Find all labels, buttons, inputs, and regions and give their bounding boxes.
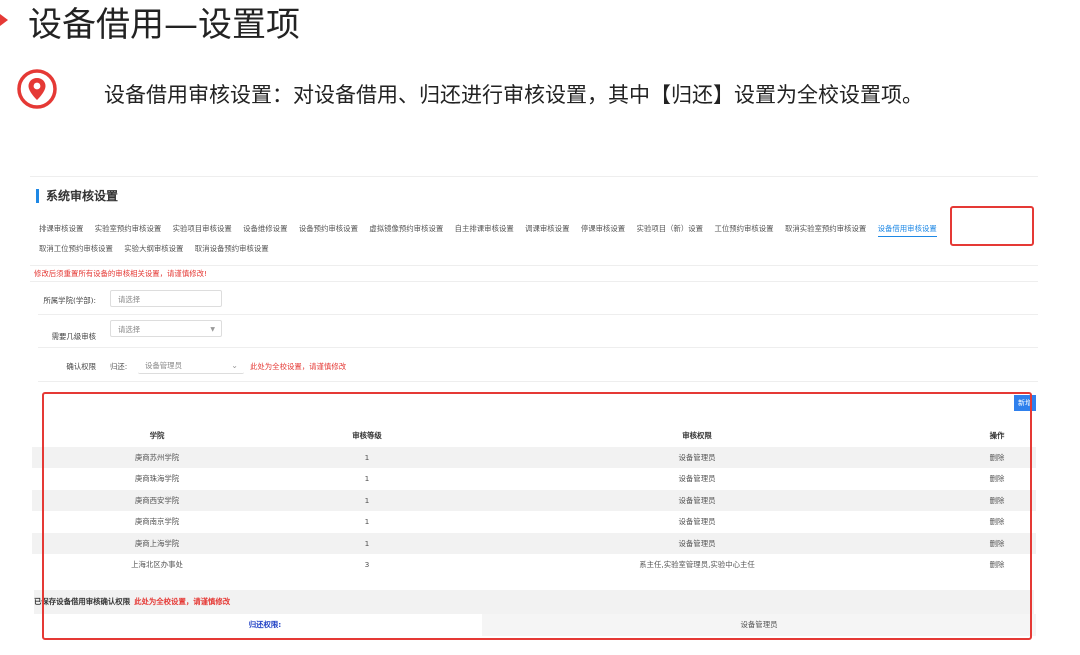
tab-cancel-lab-booking[interactable]: 取消实验室预约审核设置: [785, 219, 866, 239]
tab-syllabus[interactable]: 实验大纲审核设置: [124, 239, 183, 259]
levels-label: 需要几级审核: [51, 332, 96, 341]
divider: [30, 281, 1038, 282]
tab-lab-project-new[interactable]: 实验项目（新）设置: [637, 219, 704, 239]
global-setting-note: 此处为全校设置，请谨慎修改: [250, 361, 346, 372]
chevron-down-icon: ▼: [210, 326, 215, 333]
chevron-down-icon: ⌄: [231, 361, 238, 370]
tab-virtual-image[interactable]: 虚拟镜像预约审核设置: [369, 219, 443, 239]
tab-equipment-borrow[interactable]: 设备借用审核设置: [877, 222, 937, 237]
college-label: 所属学院(学部):: [43, 296, 96, 305]
divider: [30, 265, 1038, 266]
divider: [38, 347, 1038, 348]
confirm-permission-label: 确认权限: [66, 362, 96, 371]
tab-course-scheduling[interactable]: 排课审核设置: [39, 219, 83, 239]
warning-text: 修改后须重置所有设备的审核相关设置，请谨慎修改!: [34, 269, 207, 278]
highlight-box-table: [42, 392, 1032, 640]
return-permission-value: 设备管理员: [145, 361, 182, 370]
tab-cancel-station-booking[interactable]: 取消工位预约审核设置: [39, 239, 113, 259]
tab-lab-project[interactable]: 实验项目审核设置: [173, 219, 232, 239]
highlight-box-tab: [950, 206, 1034, 246]
tab-station-booking[interactable]: 工位预约审核设置: [714, 219, 773, 239]
levels-placeholder: 请选择: [118, 325, 141, 334]
college-select[interactable]: 请选择: [110, 290, 222, 307]
tab-course-change[interactable]: 调课审核设置: [525, 219, 569, 239]
divider: [38, 381, 1038, 382]
return-permission-select[interactable]: 设备管理员 ⌄: [138, 357, 244, 374]
divider: [38, 314, 1038, 315]
slide-title: 设备借用—设置项: [28, 5, 300, 45]
tab-lab-booking[interactable]: 实验室预约审核设置: [95, 219, 162, 239]
title-bullet-arrow: [0, 14, 8, 26]
settings-tabs: 排课审核设置 实验室预约审核设置 实验项目审核设置 设备维修设置 设备预约审核设…: [39, 219, 1039, 259]
tab-course-stop[interactable]: 停课审核设置: [581, 219, 625, 239]
tab-equipment-repair[interactable]: 设备维修设置: [243, 219, 287, 239]
location-pin-icon: [17, 69, 57, 109]
tab-equipment-booking[interactable]: 设备预约审核设置: [299, 219, 358, 239]
tab-self-scheduling[interactable]: 自主排课审核设置: [455, 219, 514, 239]
tab-cancel-equipment-booking[interactable]: 取消设备预约审核设置: [195, 239, 269, 259]
panel-title: 系统审核设置: [36, 189, 118, 203]
global-setting-note-b: 请谨慎修改: [309, 362, 347, 371]
global-setting-note-a: 此处为全校设置，: [250, 362, 310, 371]
return-prefix-label: 归还:: [110, 362, 128, 371]
slide-description: 设备借用审核设置：对设备借用、归还进行审核设置，其中【归还】设置为全校设置项。: [104, 83, 923, 107]
levels-select[interactable]: 请选择 ▼: [110, 320, 222, 337]
